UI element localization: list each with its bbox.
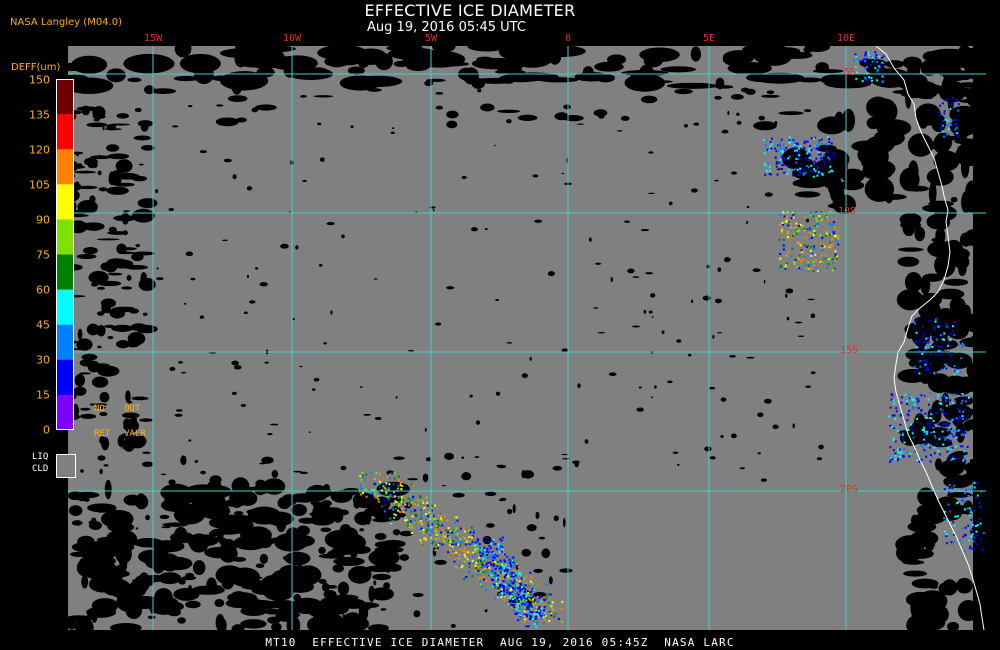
legend-tick: 105: [29, 178, 50, 192]
legend-tick: 60: [36, 283, 50, 297]
legend-tick: 90: [36, 213, 50, 227]
liquid-cloud-swatch: [56, 454, 76, 478]
legend-cld-label: CLD: [32, 464, 49, 474]
legend-tick: 120: [29, 143, 50, 157]
legend-tick: 0: [43, 423, 50, 437]
map-title: EFFECTIVE ICE DIAMETER: [364, 1, 576, 20]
legend-tick: 45: [36, 318, 50, 332]
legend-no-label: NO: [94, 404, 105, 414]
legend-ret-label: RET: [94, 429, 111, 439]
lon-label: 10W: [282, 33, 302, 44]
legend-tick: 135: [29, 108, 50, 122]
legend-title: DEFF(um): [11, 62, 61, 73]
map-image: [68, 46, 986, 630]
legend-tick: 15: [36, 388, 50, 402]
color-scale-bar: [56, 79, 74, 430]
lat-label: 10S: [838, 206, 857, 217]
legend-tick: 30: [36, 353, 50, 367]
lon-label: 15W: [143, 33, 163, 44]
satellite-image-view: EFFECTIVE ICE DIAMETER Aug 19, 2016 05:4…: [0, 0, 1000, 650]
lon-label: 0: [564, 33, 572, 44]
map-timestamp: Aug 19, 2016 05:45 UTC: [367, 20, 526, 35]
lat-label: 20S: [840, 484, 859, 495]
legend-liq-label: LIQ: [32, 452, 49, 462]
legend-valr-label: VALR: [124, 429, 146, 439]
credit-label: NASA Langley (M04.0): [10, 17, 122, 28]
lon-label: 5W: [424, 33, 438, 44]
legend-tick: 75: [36, 248, 50, 262]
lat-label: 15S: [840, 345, 859, 356]
legend-tick: 150: [29, 73, 50, 87]
footer-caption: MT10 EFFECTIVE ICE DIAMETER AUG 19, 2016…: [265, 636, 735, 649]
lon-label: 5E: [702, 33, 716, 44]
lat-label: 5S: [844, 67, 857, 78]
lon-label: 10E: [836, 33, 856, 44]
legend-out-label: OUT: [124, 404, 141, 414]
